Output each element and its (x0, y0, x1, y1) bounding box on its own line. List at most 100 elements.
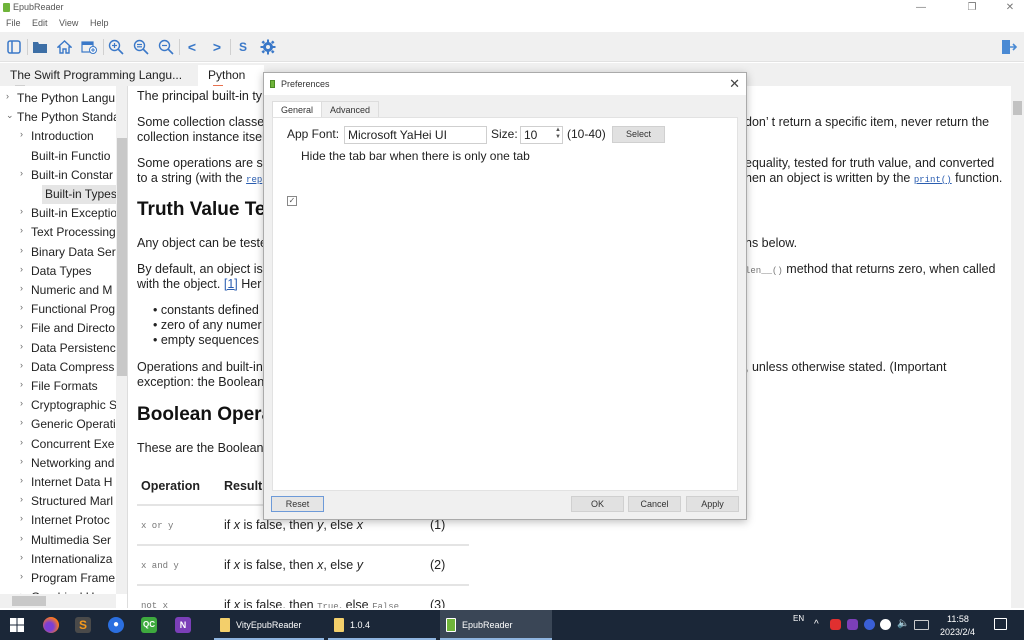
chevron-right-icon[interactable]: › (20, 571, 23, 581)
clock-time[interactable]: 11:58 (947, 614, 969, 624)
taskbar-app-vityepubreader[interactable]: VityEpubReader (214, 610, 324, 640)
tree-item[interactable]: › Program Frame (0, 569, 116, 588)
zoom-out-icon[interactable] (157, 38, 175, 56)
tree-item[interactable]: › Internet Protoc (0, 511, 116, 530)
tab-advanced[interactable]: Advanced (321, 101, 380, 118)
tree-item[interactable]: › Internet Data H (0, 473, 116, 492)
app-font-input[interactable]: Microsoft YaHei UI (344, 126, 487, 144)
volume-icon[interactable]: 🔈 (897, 618, 909, 629)
tree-item[interactable]: › Networking and (0, 454, 116, 473)
tray-cloud-icon[interactable] (880, 619, 891, 630)
sidebar-vertical-scrollbar[interactable] (116, 86, 127, 594)
notification-icon[interactable] (994, 618, 1007, 630)
chevron-right-icon[interactable]: › (20, 245, 23, 255)
chevron-right-icon[interactable]: › (20, 206, 23, 216)
sublime-text-icon[interactable]: S (75, 617, 91, 633)
tree-item[interactable]: › Internationaliza (0, 550, 116, 569)
home-icon[interactable] (55, 38, 73, 56)
minimize-button[interactable]: — (906, 0, 936, 16)
content-vertical-scrollbar[interactable] (1011, 86, 1024, 608)
zoom-reset-icon[interactable] (132, 38, 150, 56)
spin-arrows-icon[interactable]: ▲ ▼ (555, 127, 561, 141)
chevron-right-icon[interactable]: › (20, 379, 23, 389)
chevron-right-icon[interactable]: › (20, 283, 23, 293)
menu-file[interactable]: File (6, 18, 21, 28)
tree-item[interactable]: › File and Directo (0, 319, 116, 338)
chevron-right-icon[interactable]: › (20, 321, 23, 331)
hide-tabbar-checkbox[interactable]: ✓ (287, 196, 297, 206)
settings-gear-icon[interactable] (259, 38, 277, 56)
sidebar-toggle-icon[interactable] (5, 38, 23, 56)
chevron-right-icon[interactable]: › (20, 398, 23, 408)
select-font-button[interactable]: Select (612, 126, 665, 143)
s-icon[interactable]: S (234, 38, 252, 56)
tab-python[interactable]: Python ✕ (198, 65, 264, 95)
tree-item[interactable]: › Functional Prog (0, 300, 116, 319)
chevron-right-icon[interactable]: › (20, 552, 23, 562)
chevron-right-icon[interactable]: › (20, 513, 23, 523)
scrollbar-thumb[interactable] (1013, 101, 1022, 115)
chevron-right-icon[interactable]: › (20, 264, 23, 274)
tree-item[interactable]: › Concurrent Exe (0, 435, 116, 454)
tray-overflow-icon[interactable]: ^ (814, 619, 819, 630)
tree-item[interactable]: › Binary Data Ser (0, 243, 116, 262)
dialog-close-button[interactable]: ✕ (729, 76, 740, 92)
taskbar-app-1-0-4[interactable]: 1.0.4 (328, 610, 436, 640)
tree-item[interactable]: › Multimedia Ser (0, 531, 116, 550)
close-window-button[interactable]: ✕ (995, 0, 1024, 16)
chevron-right-icon[interactable]: › (20, 302, 23, 312)
chevron-right-icon[interactable]: › (20, 494, 23, 504)
maps-pin-icon[interactable]: ● (108, 617, 124, 633)
chevron-right-icon[interactable]: › (20, 360, 23, 370)
chevron-right-icon[interactable]: › (6, 91, 9, 101)
ok-button[interactable]: OK (571, 496, 624, 512)
tree-item[interactable]: › Data Compress (0, 358, 116, 377)
chevron-right-icon[interactable]: › (20, 456, 23, 466)
tray-app-icon[interactable] (830, 619, 841, 630)
exit-door-icon[interactable] (1000, 38, 1018, 56)
taskbar-app-epubreader[interactable]: EpubReader (440, 610, 552, 640)
apply-button[interactable]: Apply (686, 496, 739, 512)
restore-button[interactable]: ❐ (957, 0, 987, 16)
tree-item[interactable]: › Text Processing (0, 223, 116, 242)
tree-item[interactable]: › Structured Marl (0, 492, 116, 511)
keyboard-icon[interactable] (914, 620, 929, 630)
calendar-add-icon[interactable] (80, 38, 98, 56)
tree-item[interactable]: › The Python Langu (0, 89, 116, 108)
chevron-right-icon[interactable]: › (20, 168, 23, 178)
scrollbar-thumb[interactable] (12, 596, 46, 606)
input-language[interactable]: EN (793, 614, 804, 623)
tree-item[interactable]: › File Formats (0, 377, 116, 396)
tree-item[interactable]: › Data Types (0, 262, 116, 281)
chevron-right-icon[interactable]: › (20, 129, 23, 139)
open-folder-icon[interactable] (31, 38, 49, 56)
qc-icon[interactable]: QC (141, 617, 157, 633)
chevron-right-icon[interactable]: › (20, 417, 23, 427)
onenote-icon[interactable]: N (175, 617, 191, 633)
chevron-down-icon[interactable]: ⌄ (6, 110, 14, 121)
cancel-button[interactable]: Cancel (628, 496, 681, 512)
menu-view[interactable]: View (59, 18, 78, 28)
tree-item[interactable]: › Introduction (0, 127, 116, 146)
chevron-right-icon[interactable]: › (20, 475, 23, 485)
zoom-in-icon[interactable] (107, 38, 125, 56)
onenote-tray-icon[interactable] (847, 619, 858, 630)
font-size-spinbox[interactable]: 10 ▲ ▼ (520, 126, 563, 144)
tree-item[interactable]: Built-in Functio (0, 147, 116, 166)
tab-general[interactable]: General (272, 101, 323, 118)
footnote-link[interactable]: [1] (224, 277, 238, 291)
chevron-right-icon[interactable]: › (20, 341, 23, 351)
chevron-right-icon[interactable]: › (20, 225, 23, 235)
windows-start-icon[interactable] (10, 618, 24, 632)
previous-icon[interactable]: < (183, 38, 201, 56)
tray-f-icon[interactable] (864, 619, 875, 630)
firefox-icon[interactable] (43, 617, 59, 633)
tree-item[interactable]: › Cryptographic S (0, 396, 116, 415)
tab-swift-book[interactable]: The Swift Programming Langu... ✕ (0, 65, 196, 95)
next-icon[interactable]: > (208, 38, 226, 56)
tree-item[interactable]: › Data Persistenc (0, 339, 116, 358)
tree-item[interactable]: › Built-in Exceptio (0, 204, 116, 223)
tree-item[interactable]: ⌄ The Python Standa (0, 108, 116, 127)
tree-item[interactable]: › Numeric and M (0, 281, 116, 300)
sidebar-horizontal-scrollbar[interactable] (0, 594, 116, 608)
